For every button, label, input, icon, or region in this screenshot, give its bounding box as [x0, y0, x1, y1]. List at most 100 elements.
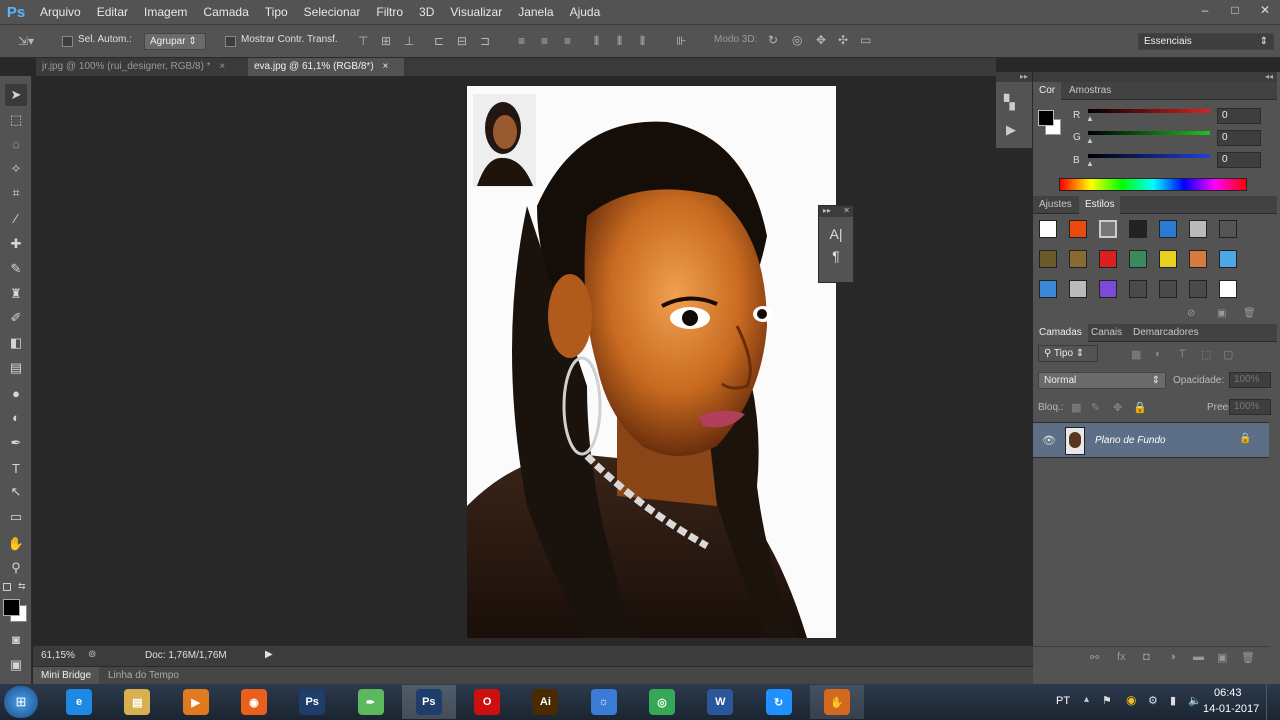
- layer-fx-icon[interactable]: fx: [1117, 651, 1126, 663]
- tab-jr-close-icon[interactable]: ×: [219, 61, 225, 72]
- tray-network-icon[interactable]: ⚑: [1102, 694, 1112, 707]
- taskbar-media-player-button[interactable]: ▶: [169, 685, 223, 719]
- taskbar-sync-app-button[interactable]: ↻: [752, 685, 806, 719]
- taskbar-ie-button[interactable]: e: [52, 685, 106, 719]
- menu-visualizar[interactable]: Visualizar: [442, 0, 510, 24]
- menu-arquivo[interactable]: Arquivo: [32, 0, 89, 24]
- tray-network-icon[interactable]: ▮: [1170, 694, 1176, 707]
- taskbar-photoshop-pinned-button[interactable]: Ps: [285, 685, 339, 719]
- start-button[interactable]: ⊞: [4, 686, 38, 718]
- layer-row[interactable]: 👁 Plano de Fundo 🔒: [1033, 422, 1269, 458]
- lasso-tool-icon[interactable]: ◌: [5, 133, 27, 155]
- channel-r-input[interactable]: 0: [1217, 108, 1261, 124]
- auto-select-checkbox[interactable]: [62, 36, 73, 47]
- opacity-input[interactable]: 100%: [1229, 372, 1271, 388]
- lock-transparency-icon[interactable]: ▦: [1071, 401, 1081, 414]
- menu-janela[interactable]: Janela: [510, 0, 561, 24]
- gradient-tool-icon[interactable]: ▤: [5, 357, 27, 379]
- lock-pixels-icon[interactable]: ✎: [1091, 401, 1100, 414]
- tab-demarcadores[interactable]: Demarcadores: [1127, 324, 1205, 342]
- menu-editar[interactable]: Editar: [89, 0, 136, 24]
- style-swatch[interactable]: [1129, 220, 1147, 238]
- path-selection-icon[interactable]: ↖: [5, 481, 27, 503]
- distribute-bottom-icon[interactable]: ≡: [564, 34, 571, 48]
- tab-mini-bridge[interactable]: Mini Bridge: [33, 667, 100, 684]
- align-bottom-icon[interactable]: ⊥: [404, 34, 414, 48]
- channel-b-input[interactable]: 0: [1217, 152, 1261, 168]
- distribute-vcenter-icon[interactable]: ≡: [541, 34, 548, 48]
- document-canvas[interactable]: [467, 86, 836, 638]
- zoom-level[interactable]: 61,15%: [41, 650, 75, 661]
- taskbar-file-explorer-button[interactable]: ▤: [110, 685, 164, 719]
- tray-app-icon[interactable]: ◉: [1126, 693, 1136, 707]
- style-none-swatch[interactable]: [1219, 280, 1237, 298]
- clock-date[interactable]: 14-01-2017: [1203, 703, 1259, 715]
- transform-controls-checkbox[interactable]: [225, 36, 236, 47]
- tab-camadas[interactable]: Camadas: [1033, 324, 1088, 342]
- channel-b-slider[interactable]: [1088, 154, 1210, 158]
- tab-timeline[interactable]: Linha do Tempo: [101, 667, 186, 684]
- channel-r-slider[interactable]: [1088, 109, 1210, 113]
- style-swatch[interactable]: [1069, 280, 1087, 298]
- panel-collapse-icon[interactable]: ◂◂: [1033, 72, 1277, 82]
- blend-mode-dropdown[interactable]: Normal ⇕: [1038, 372, 1166, 389]
- show-desktop-button[interactable]: [1266, 684, 1280, 720]
- taskbar-firefox-button[interactable]: ◉: [227, 685, 281, 719]
- align-right-icon[interactable]: ⊐: [480, 34, 490, 48]
- foreground-color-swatch[interactable]: [3, 599, 20, 616]
- minimize-button[interactable]: –: [1190, 0, 1220, 20]
- tab-estilos[interactable]: Estilos: [1079, 196, 1121, 214]
- clone-stamp-icon[interactable]: ♜: [5, 283, 27, 305]
- zoom-tool-icon[interactable]: ⚲: [5, 557, 27, 579]
- style-swatch[interactable]: [1219, 250, 1237, 268]
- dock-collapse-icon[interactable]: ▸▸: [996, 72, 1032, 82]
- clock-time[interactable]: 06:43: [1214, 687, 1242, 699]
- taskbar-opera-button[interactable]: O: [460, 685, 514, 719]
- filter-type-icon[interactable]: T: [1179, 348, 1186, 360]
- channel-g-thumb-icon[interactable]: ▲: [1086, 136, 1094, 145]
- actions-panel-icon[interactable]: ▶: [1006, 122, 1016, 138]
- mini-panel-header[interactable]: ▸▸ ✕: [819, 206, 853, 217]
- new-layer-icon[interactable]: ▣: [1217, 651, 1227, 664]
- style-swatch[interactable]: [1069, 220, 1087, 238]
- eraser-tool-icon[interactable]: ◧: [5, 332, 27, 354]
- style-swatch[interactable]: [1189, 250, 1207, 268]
- channel-g-input[interactable]: 0: [1217, 130, 1261, 146]
- delete-layer-icon[interactable]: 🗑: [1241, 651, 1255, 664]
- channel-r-thumb-icon[interactable]: ▲: [1086, 114, 1094, 123]
- blur-tool-icon[interactable]: ●: [5, 382, 27, 404]
- distribute-hcenter-icon[interactable]: ⫴: [617, 34, 622, 49]
- filter-shape-icon[interactable]: ⬚: [1201, 348, 1211, 361]
- taskbar-paint-button[interactable]: ☼: [577, 685, 631, 719]
- layer-name[interactable]: Plano de Fundo: [1095, 435, 1166, 446]
- tab-jr-jpg[interactable]: jr.jpg @ 100% (rui_designer, RGB/8) * ×: [36, 58, 248, 76]
- tab-eva-jpg[interactable]: eva.jpg @ 61,1% (RGB/8*) ×: [248, 58, 404, 76]
- default-colors-icon[interactable]: [3, 583, 11, 591]
- tab-canais[interactable]: Canais: [1085, 324, 1128, 342]
- tab-ajustes[interactable]: Ajustes: [1033, 196, 1078, 214]
- tray-sync-icon[interactable]: ⚙: [1148, 694, 1158, 707]
- move-tool-icon[interactable]: ⇲▾: [18, 34, 34, 48]
- add-mask-icon[interactable]: ◘: [1143, 651, 1150, 663]
- paragraph-panel-icon[interactable]: ¶: [819, 248, 853, 264]
- align-top-icon[interactable]: ⊤: [358, 34, 368, 48]
- adjustment-layer-icon[interactable]: ◑: [1169, 651, 1176, 663]
- taskbar-word-button[interactable]: W: [693, 685, 747, 719]
- layer-filter-dropdown[interactable]: ⚲ Tipo ⇕: [1038, 345, 1098, 362]
- distribute-right-icon[interactable]: ⫴: [640, 34, 645, 49]
- dodge-tool-icon[interactable]: ◐: [5, 406, 27, 428]
- style-swatch[interactable]: [1099, 220, 1117, 238]
- swap-colors-icon[interactable]: ⇆: [18, 581, 26, 592]
- channel-b-thumb-icon[interactable]: ▲: [1086, 159, 1094, 168]
- tab-amostras[interactable]: Amostras: [1063, 82, 1117, 100]
- channel-g-slider[interactable]: [1088, 131, 1210, 135]
- group-dropdown[interactable]: Agrupar ⇕: [144, 33, 206, 50]
- style-swatch[interactable]: [1099, 250, 1117, 268]
- history-panel-icon[interactable]: ▚: [1004, 94, 1015, 111]
- align-vcenter-icon[interactable]: ⊞: [381, 34, 391, 48]
- 3d-roll-icon[interactable]: ◎: [792, 33, 802, 47]
- style-swatch[interactable]: [1159, 220, 1177, 238]
- screen-mode-icon[interactable]: ▣: [5, 654, 27, 676]
- style-swatch[interactable]: [1069, 250, 1087, 268]
- 3d-pan-icon[interactable]: ✥: [816, 33, 826, 47]
